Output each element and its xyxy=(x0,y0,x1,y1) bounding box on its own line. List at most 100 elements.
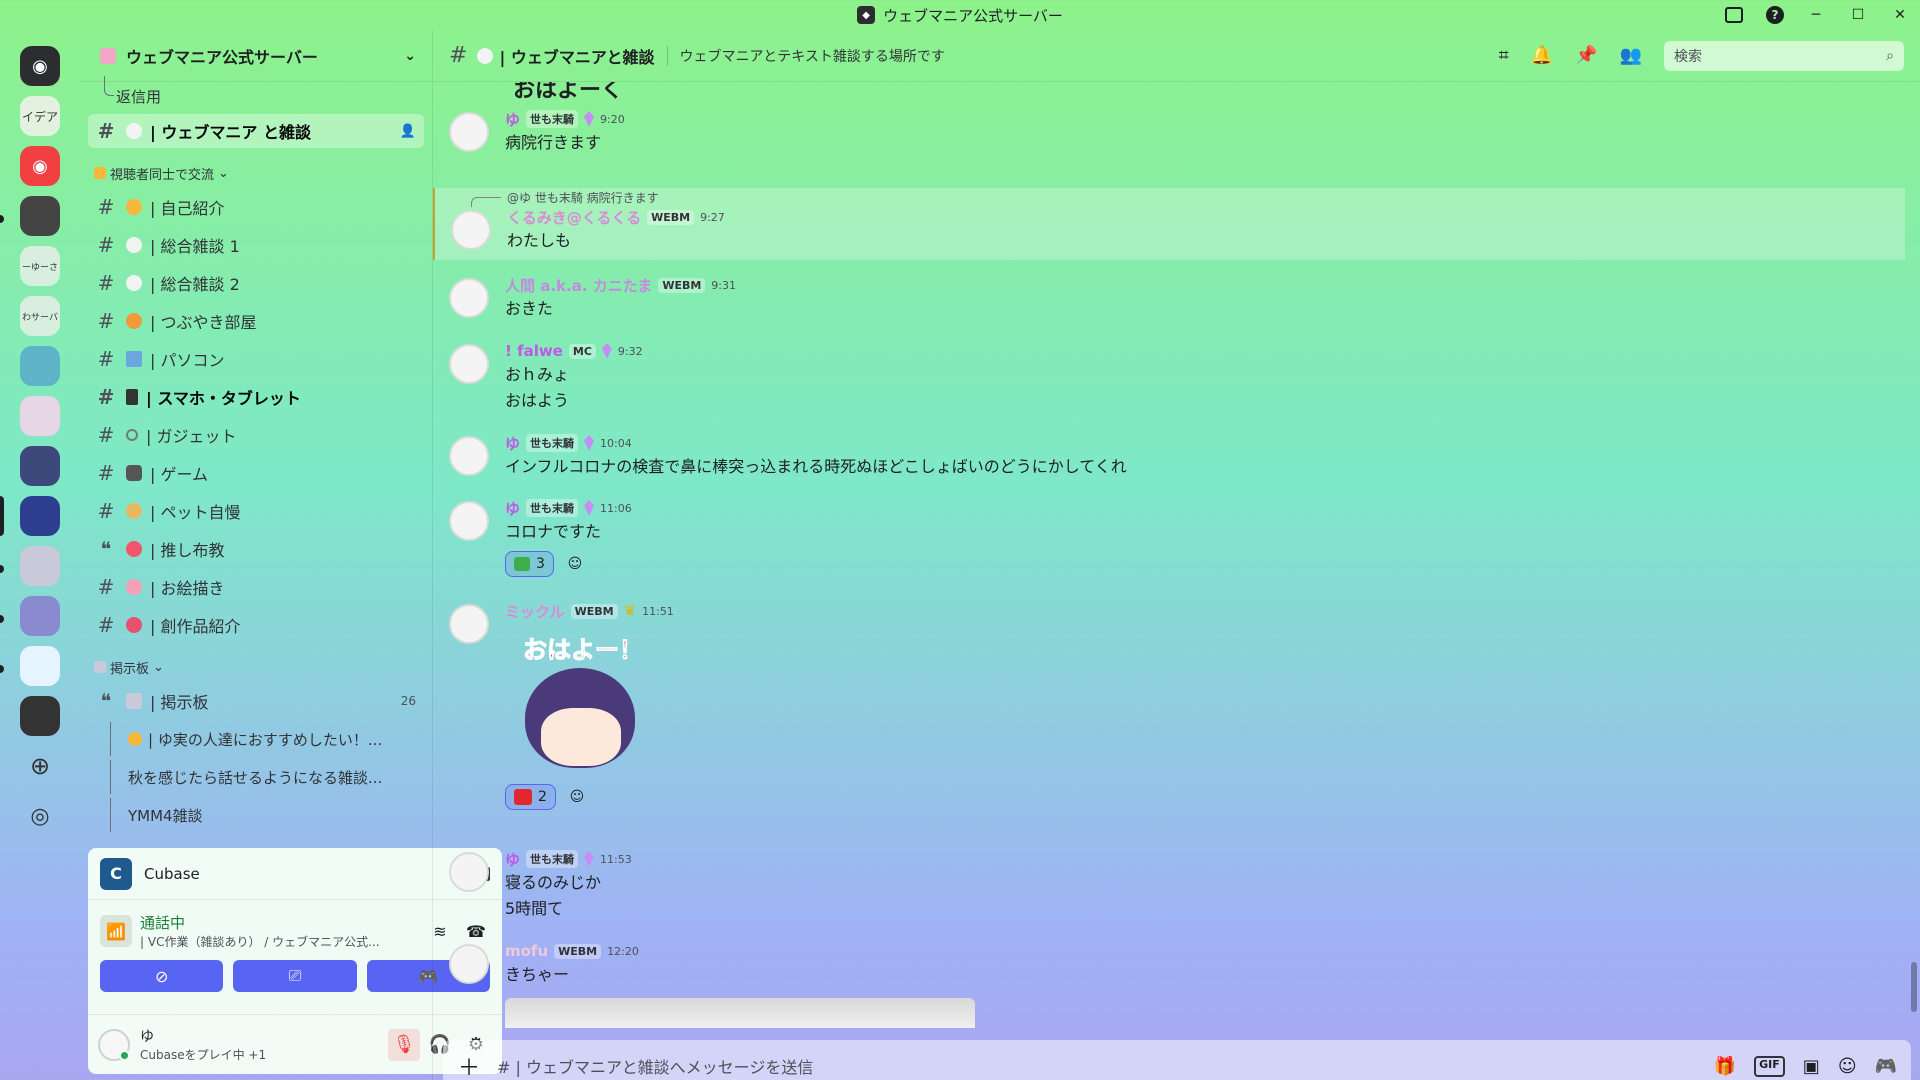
category-board[interactable]: 掲示板 ⌄ xyxy=(88,654,424,680)
avatar[interactable] xyxy=(451,210,491,250)
channel-item[interactable]: # | 自己紹介 xyxy=(88,190,424,224)
maximize-button[interactable]: ☐ xyxy=(1848,5,1868,25)
gift-icon[interactable]: 🎁 xyxy=(1714,1056,1736,1077)
channel-item[interactable]: # | ゲーム xyxy=(88,456,424,490)
server-idea[interactable]: イデア xyxy=(20,96,60,136)
channel-webmania-chat[interactable]: # | ウェブマニア と雑談 👤 xyxy=(88,114,424,148)
message-author[interactable]: ゆ xyxy=(505,498,520,519)
thread-item[interactable]: 秋を感じたら話せるようになる雑談... xyxy=(88,760,424,794)
reaction-chip[interactable]: 2 xyxy=(505,784,556,810)
bell-icon[interactable]: 🔔 xyxy=(1531,45,1553,66)
server-header[interactable]: ウェブマニア公式サーバー ⌄ xyxy=(80,30,432,82)
message[interactable]: ゆ 世も末騎 11:06 コロナですた 3 ☺ xyxy=(449,497,1889,577)
invite-icon[interactable]: 👤 xyxy=(400,124,416,139)
reply-reference[interactable]: @ゆ 世も末騎 病院行きます xyxy=(471,188,1905,207)
minimize-button[interactable]: ─ xyxy=(1806,5,1826,25)
add-reaction-icon[interactable]: ☺ xyxy=(562,551,588,577)
avatar[interactable] xyxy=(449,604,489,644)
avatar[interactable] xyxy=(98,1028,130,1061)
server-avatar[interactable] xyxy=(20,546,60,586)
message[interactable]: ゆ 世も末騎 10:04 インフルコロナの検査で鼻に棒突っ込まれる時死ぬほどこし… xyxy=(449,432,1889,480)
message-author[interactable]: 人間 a.k.a. カニたま xyxy=(505,275,652,296)
explore-icon[interactable]: ◎ xyxy=(20,796,60,836)
add-reaction-icon[interactable]: ☺ xyxy=(564,784,590,810)
signal-icon[interactable]: 📶 xyxy=(100,915,132,947)
inbox-icon[interactable] xyxy=(1724,5,1744,25)
thread-item[interactable]: YMM4雑談 xyxy=(88,798,424,832)
sticker-image[interactable]: おはよー！ xyxy=(505,628,655,778)
server-avatar[interactable] xyxy=(20,396,60,436)
camera-off-button[interactable]: ⊘ xyxy=(100,960,224,992)
scrollbar-thumb[interactable] xyxy=(1911,962,1917,1012)
channel-item[interactable]: # | ペット自慢 xyxy=(88,494,424,528)
reply-thread[interactable]: 返信用 xyxy=(88,76,424,110)
server-webmania[interactable] xyxy=(20,496,60,536)
emoji-icon[interactable]: ☺ xyxy=(1838,1056,1857,1077)
server-avatar[interactable] xyxy=(20,596,60,636)
message-author[interactable]: ゆ xyxy=(505,433,520,454)
channel-item[interactable]: # | スマホ・タブレット xyxy=(88,380,424,414)
avatar[interactable] xyxy=(449,436,489,476)
message[interactable]: ゆ 世も末騎 11:53 寝るのみじか 5時間て xyxy=(449,848,1889,922)
discord-icon[interactable]: ◉ xyxy=(20,146,60,186)
message-author[interactable]: くるみき@くるくる xyxy=(507,207,641,228)
channel-item[interactable]: # | 創作品紹介 xyxy=(88,608,424,642)
add-server-icon[interactable]: ⊕ xyxy=(20,746,60,786)
channel-item[interactable]: # | つぶやき部屋 xyxy=(88,304,424,338)
message[interactable]: ミックル WEBM ♛ 11:51 おはよー！ 2 ☺ xyxy=(449,600,1889,810)
message-author[interactable]: ゆ xyxy=(505,849,520,870)
avatar[interactable] xyxy=(449,501,489,541)
voice-channel[interactable]: | VC作業（雑談あり） / ウェブマニア公式... xyxy=(140,933,418,950)
channel-item[interactable]: # | 総合雑談 1 xyxy=(88,228,424,262)
attach-plus-icon[interactable]: ＋ xyxy=(457,1054,481,1080)
message[interactable]: 人間 a.k.a. カニたま WEBM 9:31 おきた xyxy=(449,274,1889,322)
channel-item[interactable]: # | 総合雑談 2 xyxy=(88,266,424,300)
forum-channel[interactable]: ❝ | 掲示板 26 xyxy=(88,684,424,718)
screen-share-button[interactable]: ⎚ xyxy=(233,960,357,992)
divider xyxy=(666,45,668,66)
category-viewer-exchange[interactable]: 視聴者同士で交流 ⌄ xyxy=(88,160,424,186)
avatar[interactable] xyxy=(449,278,489,318)
gif-icon[interactable]: GIF xyxy=(1754,1055,1785,1077)
apps-gamepad-icon[interactable]: 🎮 xyxy=(1875,1056,1897,1077)
message-composer[interactable]: ＋ # | ウェブマニアと雑談へメッセージを送信 🎁 GIF ▣ ☺ 🎮 xyxy=(443,1040,1911,1080)
message-author[interactable]: ! falwe xyxy=(505,342,563,360)
search-input[interactable]: 検索 ⌕ xyxy=(1664,40,1904,71)
message[interactable]: ゆ 世も末騎 9:20 病院行きます xyxy=(449,108,1889,156)
message[interactable]: mofu WEBM 12:20 きちゃー xyxy=(449,940,1889,1028)
help-icon[interactable]: ? xyxy=(1766,6,1784,24)
discord-home-icon[interactable]: ◉ xyxy=(20,46,60,86)
members-icon[interactable]: 👥 xyxy=(1620,45,1642,66)
server-avatar[interactable] xyxy=(20,346,60,386)
channel-item[interactable]: ❝ | 推し布教 xyxy=(88,532,424,566)
sticker-icon[interactable]: ▣ xyxy=(1803,1056,1820,1077)
threads-icon[interactable]: ⌗ xyxy=(1499,45,1509,66)
timestamp: 11:06 xyxy=(600,501,632,515)
avatar[interactable] xyxy=(449,944,489,984)
message-reply[interactable]: @ゆ 世も末騎 病院行きます くるみき@くるくる WEBM 9:27 わたしも xyxy=(433,188,1905,260)
server-yuusa[interactable]: ーゆーさ xyxy=(20,246,60,286)
server-wasaaba[interactable]: わサーバ xyxy=(20,296,60,336)
close-button[interactable]: ✕ xyxy=(1890,5,1910,25)
avatar[interactable] xyxy=(449,344,489,384)
image-attachment[interactable] xyxy=(505,998,975,1028)
mic-muted-icon[interactable]: 🎙 xyxy=(388,1028,420,1061)
pin-icon[interactable]: 📌 xyxy=(1575,45,1597,66)
server-avatar[interactable] xyxy=(20,646,60,686)
composer-placeholder[interactable]: # | ウェブマニアと雑談へメッセージを送信 xyxy=(497,1054,1714,1078)
server-avatar[interactable] xyxy=(20,446,60,486)
channel-item[interactable]: # | お絵描き xyxy=(88,570,424,604)
server-avatar[interactable] xyxy=(20,196,60,236)
channel-item[interactable]: # | パソコン xyxy=(88,342,424,376)
channel-item[interactable]: # | ガジェット xyxy=(88,418,424,452)
server-avatar[interactable] xyxy=(20,696,60,736)
message[interactable]: ! falwe MC 9:32 おｈみょ おはよう xyxy=(449,340,1889,414)
avatar[interactable] xyxy=(449,852,489,892)
message-author[interactable]: mofu xyxy=(505,942,548,960)
message-author[interactable]: ゆ xyxy=(505,109,520,130)
avatar[interactable] xyxy=(449,112,489,152)
channel-topic[interactable]: ウェブマニアとテキスト雑談する場所です xyxy=(680,46,945,66)
reaction-chip[interactable]: 3 xyxy=(505,551,554,577)
thread-item[interactable]: | ゆ実の人達におすすめしたい！... xyxy=(88,722,424,756)
message-author[interactable]: ミックル xyxy=(505,601,565,622)
